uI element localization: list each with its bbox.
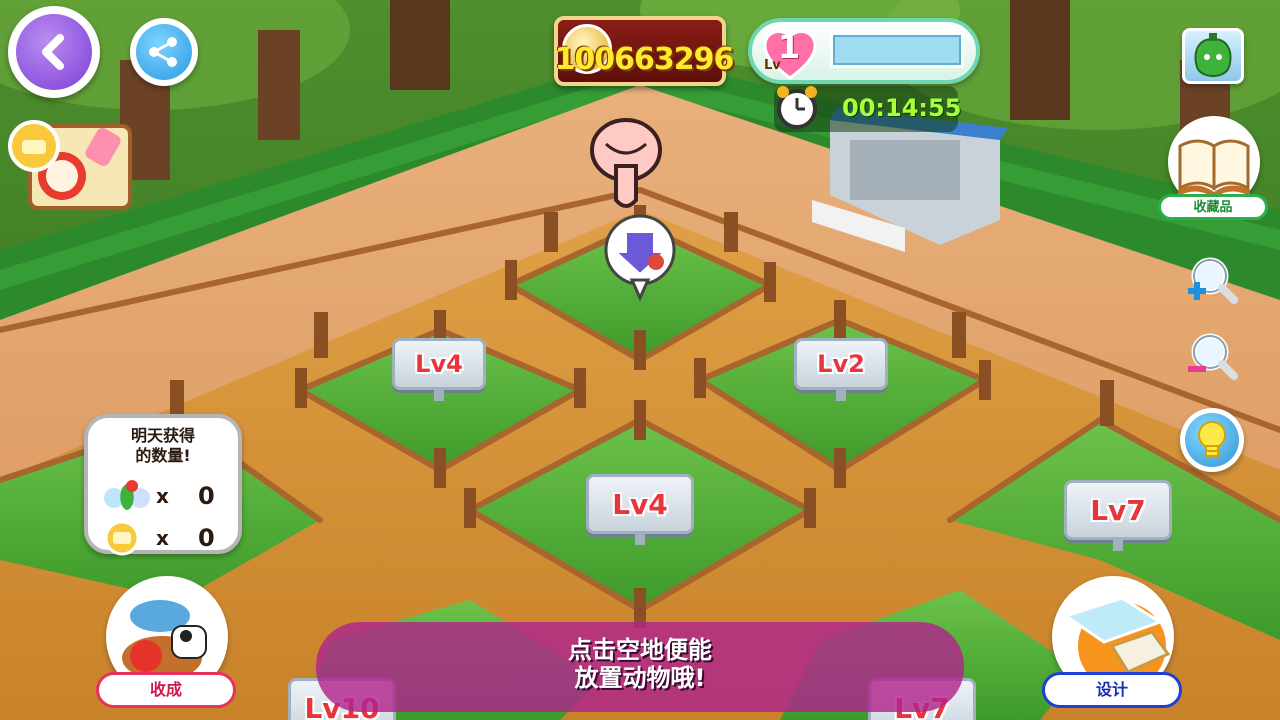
pen-sign[interactable]: Lv4: [586, 474, 694, 545]
alarm-clock-icon: [777, 86, 817, 129]
level-display: 1 Lv: [748, 18, 980, 84]
tomorrow-yield-title: 明天获得 的数量!: [130, 426, 195, 465]
share-button[interactable]: [130, 18, 198, 86]
tip-text: 点击空地便能 放置动物哦!: [568, 636, 712, 692]
pen-level-label: Lv7: [1090, 493, 1146, 527]
back-arrow-icon: [16, 14, 92, 90]
green-pepper-button[interactable]: [1182, 28, 1244, 84]
collection-label: 收藏品: [1158, 194, 1268, 220]
place-here-bubble-icon[interactable]: [602, 212, 678, 302]
currency-value: 100663296: [554, 42, 735, 77]
pen-sign[interactable]: Lv4: [392, 338, 486, 401]
zoom-out-icon[interactable]: [1184, 330, 1238, 384]
yield-value: 0: [198, 482, 215, 510]
yield-value: 0: [198, 524, 215, 552]
level-lv-label: Lv: [764, 58, 781, 73]
design-button[interactable]: 设计: [1042, 572, 1184, 710]
xp-progress-bar: [830, 32, 964, 68]
collection-button[interactable]: 收藏品: [1158, 116, 1270, 224]
pen-sign[interactable]: Lv2: [794, 338, 888, 401]
timer-value: 00:14:55: [842, 94, 962, 122]
pen-sign[interactable]: Lv7: [1064, 480, 1172, 551]
harvest-label: 收成: [96, 672, 236, 708]
design-label: 设计: [1042, 672, 1182, 708]
vegetables-icon: [104, 480, 150, 510]
pointing-hand-icon: [590, 118, 662, 208]
tomorrow-yield-panel: 明天获得 的数量! x 0 x 0: [84, 414, 242, 556]
yield-row: x 0: [102, 520, 232, 556]
pen-level-label: Lv4: [612, 487, 668, 521]
yield-multiplier: x: [156, 526, 169, 550]
pen-level-label: Lv4: [415, 350, 463, 378]
back-button[interactable]: [8, 6, 100, 98]
level-number: 1: [778, 28, 801, 66]
harvest-button[interactable]: 收成: [96, 572, 238, 710]
yield-multiplier: x: [156, 484, 169, 508]
share-icon: [136, 24, 192, 80]
coin-icon: [104, 520, 140, 556]
lightbulb-icon: [1185, 413, 1239, 467]
pen-level-label: Lv2: [817, 350, 865, 378]
green-pepper-icon: [1194, 33, 1232, 77]
timer-display: 00:14:55: [774, 86, 962, 132]
currency-display: 100663296: [554, 16, 734, 86]
yield-row: x 0: [102, 478, 232, 514]
recipe-book-icon[interactable]: [4, 120, 134, 212]
tip-banner: 点击空地便能 放置动物哦!: [316, 622, 964, 712]
hint-button[interactable]: [1180, 408, 1244, 472]
zoom-in-icon[interactable]: [1184, 254, 1238, 308]
